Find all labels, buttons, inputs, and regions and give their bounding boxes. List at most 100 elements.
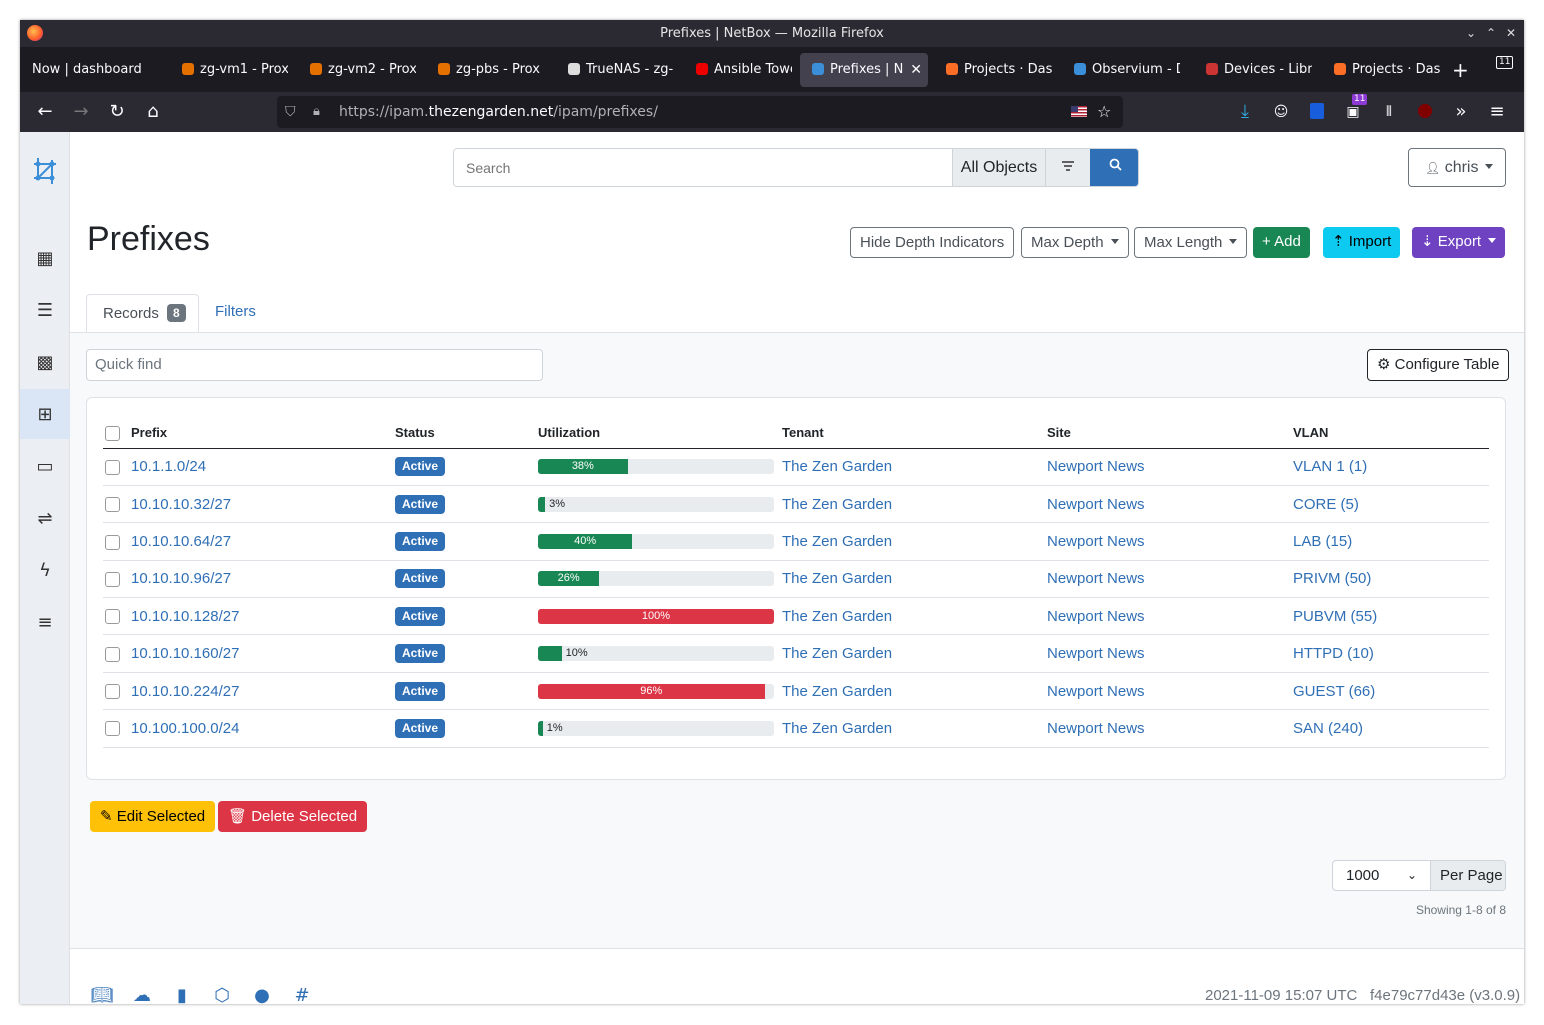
site-link[interactable]: Newport News bbox=[1047, 608, 1145, 625]
vlan-link[interactable]: VLAN 1 (1) bbox=[1293, 458, 1367, 475]
search-button[interactable] bbox=[1090, 149, 1138, 186]
hide-depth-button[interactable]: Hide Depth Indicators bbox=[850, 227, 1015, 258]
prefix-link[interactable]: 10.10.10.32/27 bbox=[131, 496, 231, 513]
ublock-icon[interactable] bbox=[1410, 92, 1440, 132]
power-icon[interactable]: ϟ bbox=[20, 545, 70, 595]
tenant-link[interactable]: The Zen Garden bbox=[782, 533, 892, 550]
tab-10[interactable]: Devices - Libr bbox=[1194, 53, 1312, 87]
row-checkbox[interactable] bbox=[105, 684, 120, 700]
devices-icon[interactable]: ☰ bbox=[20, 285, 70, 335]
vlan-link[interactable]: CORE (5) bbox=[1293, 496, 1359, 513]
col-utilization[interactable]: Utilization bbox=[538, 418, 782, 449]
url-bar[interactable]: ⛉ 🔒︎ https://ipam.thezengarden.net/ipam/… bbox=[277, 96, 1123, 128]
vlan-link[interactable]: GUEST (66) bbox=[1293, 683, 1375, 700]
quick-find-input[interactable]: Quick find bbox=[86, 349, 543, 381]
col-status[interactable]: Status bbox=[395, 418, 538, 449]
prefix-link[interactable]: 10.1.1.0/24 bbox=[131, 458, 206, 475]
virtualization-icon[interactable]: ▭ bbox=[20, 441, 70, 491]
hamburger-menu-icon[interactable]: ≡ bbox=[1482, 92, 1512, 132]
extension-grid-icon[interactable]: ⦀ bbox=[1374, 92, 1404, 132]
search-scope-select[interactable]: All Objects bbox=[952, 149, 1045, 186]
tenant-link[interactable]: The Zen Garden bbox=[782, 570, 892, 587]
circuits-icon[interactable]: ⇌ bbox=[20, 493, 70, 543]
site-link[interactable]: Newport News bbox=[1047, 570, 1145, 587]
extension-avatar-icon[interactable]: ☺ bbox=[1266, 92, 1296, 132]
max-length-dropdown[interactable]: Max Length bbox=[1134, 227, 1248, 258]
row-checkbox[interactable] bbox=[105, 571, 120, 587]
site-link[interactable]: Newport News bbox=[1047, 645, 1145, 662]
slack-icon[interactable]: # bbox=[290, 985, 314, 1004]
docs-book-icon[interactable]: 📖︎ bbox=[90, 985, 114, 1004]
max-depth-dropdown[interactable]: Max Depth bbox=[1021, 227, 1129, 258]
shield-icon[interactable]: ⛉ bbox=[285, 96, 296, 128]
export-button[interactable]: ⇣ Export bbox=[1412, 227, 1506, 258]
tenant-link[interactable]: The Zen Garden bbox=[782, 458, 892, 475]
prefix-link[interactable]: 10.10.10.128/27 bbox=[131, 608, 239, 625]
flag-icon[interactable] bbox=[1071, 106, 1087, 117]
maximize-icon[interactable]: ⌃ bbox=[1486, 20, 1496, 47]
row-checkbox[interactable] bbox=[105, 609, 120, 625]
tenant-link[interactable]: The Zen Garden bbox=[782, 645, 892, 662]
tab-5[interactable]: TrueNAS - zg- bbox=[556, 53, 674, 87]
site-link[interactable]: Newport News bbox=[1047, 496, 1145, 513]
tenant-link[interactable]: The Zen Garden bbox=[782, 720, 892, 737]
download-icon[interactable]: ⤓ bbox=[1230, 92, 1260, 132]
tenant-link[interactable]: The Zen Garden bbox=[782, 496, 892, 513]
prefix-link[interactable]: 10.100.100.0/24 bbox=[131, 720, 239, 737]
delete-selected-button[interactable]: 🗑︎ Delete Selected bbox=[218, 801, 368, 832]
col-vlan[interactable]: VLAN bbox=[1293, 418, 1489, 449]
bookmark-star-icon[interactable]: ☆ bbox=[1097, 96, 1111, 128]
tab-7[interactable]: Prefixes | N ✕ bbox=[800, 53, 928, 87]
prefix-link[interactable]: 10.10.10.96/27 bbox=[131, 570, 231, 587]
search-input[interactable] bbox=[454, 149, 954, 186]
col-prefix[interactable]: Prefix bbox=[131, 418, 395, 449]
api-cloud-icon[interactable]: ☁ bbox=[130, 985, 154, 1004]
per-page-select[interactable]: 1000 ⌄ bbox=[1333, 861, 1430, 890]
import-button[interactable]: ⇡ Import bbox=[1323, 227, 1401, 258]
tab-count-badge[interactable]: 11 bbox=[1496, 56, 1514, 69]
close-window-icon[interactable]: ✕ bbox=[1506, 20, 1516, 47]
new-tab-icon[interactable]: + bbox=[1452, 53, 1469, 87]
graphql-icon[interactable]: ⬡ bbox=[210, 985, 234, 1004]
github-icon[interactable]: ● bbox=[250, 985, 274, 1004]
close-tab-icon[interactable]: ✕ bbox=[910, 53, 922, 87]
row-checkbox[interactable] bbox=[105, 534, 120, 550]
minimize-icon[interactable]: ⌄ bbox=[1466, 20, 1476, 47]
tab-4[interactable]: zg-pbs - Prox bbox=[426, 53, 544, 87]
vlan-link[interactable]: PRIVM (50) bbox=[1293, 570, 1371, 587]
forward-icon[interactable]: → bbox=[66, 92, 96, 132]
prefix-link[interactable]: 10.10.10.64/27 bbox=[131, 533, 231, 550]
row-checkbox[interactable] bbox=[105, 721, 120, 737]
prefix-link[interactable]: 10.10.10.224/27 bbox=[131, 683, 239, 700]
vlan-link[interactable]: LAB (15) bbox=[1293, 533, 1352, 550]
tenant-link[interactable]: The Zen Garden bbox=[782, 683, 892, 700]
overflow-menu-icon[interactable]: » bbox=[1446, 92, 1476, 132]
row-checkbox[interactable] bbox=[105, 646, 120, 662]
prefix-link[interactable]: 10.10.10.160/27 bbox=[131, 645, 239, 662]
netbox-logo-icon[interactable] bbox=[20, 146, 70, 196]
row-checkbox[interactable] bbox=[105, 459, 120, 475]
tab-9[interactable]: Observium - D bbox=[1062, 53, 1180, 87]
bitwarden-icon[interactable] bbox=[1302, 92, 1332, 132]
back-icon[interactable]: ← bbox=[30, 92, 60, 132]
lock-icon[interactable]: 🔒︎ bbox=[313, 96, 320, 128]
edit-selected-button[interactable]: ✎ Edit Selected bbox=[90, 801, 216, 832]
tab-records[interactable]: Records 8 bbox=[86, 294, 199, 332]
other-icon[interactable]: ≡ bbox=[20, 597, 70, 647]
tab-3[interactable]: zg-vm2 - Prox bbox=[298, 53, 416, 87]
site-link[interactable]: Newport News bbox=[1047, 683, 1145, 700]
reload-icon[interactable]: ↻ bbox=[102, 92, 132, 132]
row-checkbox[interactable] bbox=[105, 497, 120, 513]
tenant-link[interactable]: The Zen Garden bbox=[782, 608, 892, 625]
tab-11[interactable]: Projects · Das bbox=[1322, 53, 1440, 87]
col-tenant[interactable]: Tenant bbox=[782, 418, 1047, 449]
vlan-link[interactable]: SAN (240) bbox=[1293, 720, 1363, 737]
tab-6[interactable]: Ansible Tower bbox=[684, 53, 792, 87]
col-site[interactable]: Site bbox=[1047, 418, 1293, 449]
vlan-link[interactable]: HTTPD (10) bbox=[1293, 645, 1374, 662]
add-button[interactable]: + Add bbox=[1253, 227, 1310, 258]
connections-icon[interactable]: ▩ bbox=[20, 337, 70, 387]
filter-icon[interactable] bbox=[1045, 149, 1090, 186]
configure-table-button[interactable]: ⚙ Configure Table bbox=[1367, 349, 1510, 381]
select-all-checkbox[interactable] bbox=[105, 425, 120, 441]
